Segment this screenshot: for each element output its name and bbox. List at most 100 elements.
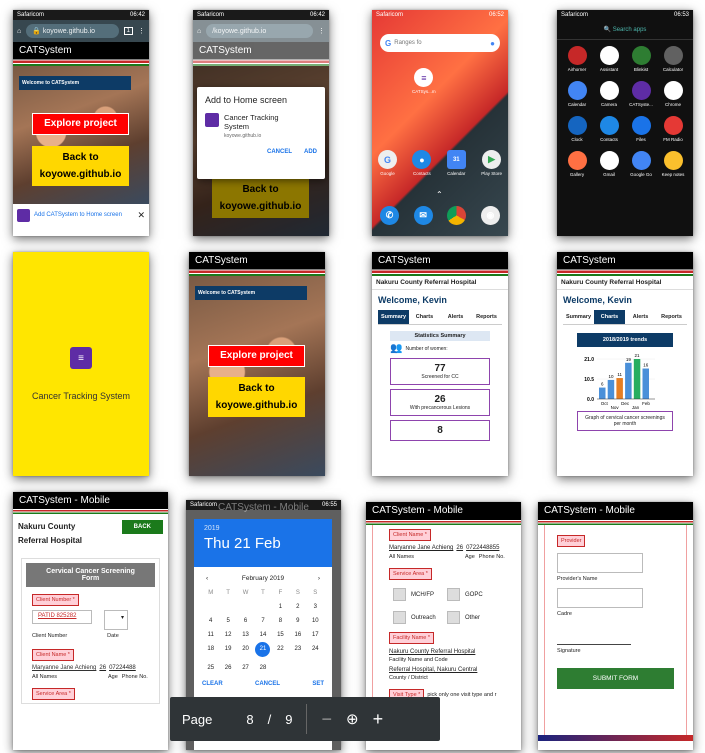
dock-app-calendar[interactable]: 31 Calendar bbox=[446, 150, 466, 176]
cadre-input[interactable] bbox=[557, 588, 643, 608]
drawer-app[interactable]: Camera bbox=[593, 81, 625, 107]
calendar-day[interactable]: 27 bbox=[237, 665, 254, 671]
back-button[interactable]: Back to koyowe.github.io bbox=[208, 377, 305, 417]
tab-alerts[interactable]: Alerts bbox=[625, 310, 656, 324]
calendar-day[interactable]: 13 bbox=[237, 632, 254, 638]
drawer-app[interactable]: Calendar bbox=[561, 81, 593, 107]
drawer-app[interactable]: Gmail bbox=[593, 151, 625, 177]
dock-app-contacts[interactable]: ● Contacts bbox=[412, 150, 432, 176]
url-field[interactable]: /koyowe.github.io bbox=[206, 24, 313, 38]
checkbox[interactable] bbox=[393, 611, 406, 624]
provider-name-input[interactable] bbox=[557, 553, 643, 573]
search-apps-field[interactable]: 🔍 Search apps bbox=[557, 20, 693, 40]
drawer-app[interactable]: Keep notes bbox=[657, 151, 689, 177]
mic-icon[interactable]: ● bbox=[490, 39, 495, 48]
option-other[interactable]: Other bbox=[447, 611, 501, 624]
client-name-input[interactable]: Maryanne Jane Achieng bbox=[389, 545, 453, 551]
submit-form-button[interactable]: SUBMIT FORM bbox=[557, 668, 674, 689]
cancel-button[interactable]: CANCEL bbox=[255, 681, 280, 687]
calendar-day[interactable]: 28 bbox=[254, 665, 271, 671]
zoom-icon[interactable]: ⊕ bbox=[346, 710, 359, 728]
calendar-day[interactable]: 14 bbox=[254, 632, 271, 638]
home-icon[interactable]: ⌂ bbox=[17, 28, 21, 35]
calendar-day[interactable]: 22 bbox=[272, 646, 289, 657]
tab-summary[interactable]: Summary bbox=[378, 310, 409, 324]
set-button[interactable]: SET bbox=[312, 681, 324, 687]
checkbox[interactable] bbox=[447, 611, 460, 624]
drawer-app[interactable]: Files bbox=[625, 116, 657, 142]
drawer-app[interactable]: Contacts bbox=[593, 116, 625, 142]
calendar-day[interactable]: 7 bbox=[254, 618, 271, 624]
age-input[interactable]: 26 bbox=[456, 545, 463, 551]
option-mch-fp[interactable]: MCH/FP bbox=[393, 588, 447, 601]
calendar-day[interactable]: 9 bbox=[289, 618, 306, 624]
client-name-input[interactable]: Maryanne Jane Achieng bbox=[32, 665, 96, 671]
checkbox[interactable] bbox=[447, 588, 460, 601]
install-banner-text[interactable]: Add CATSystem to Home screen bbox=[34, 212, 133, 218]
drawer-app[interactable]: Google Go bbox=[625, 151, 657, 177]
back-button[interactable]: BACK bbox=[121, 520, 163, 534]
menu-icon[interactable]: ⋮ bbox=[318, 27, 325, 35]
drawer-app[interactable]: Blinkist bbox=[625, 46, 657, 72]
drawer-app[interactable]: Assistant bbox=[593, 46, 625, 72]
drawer-app[interactable]: Airhorner bbox=[561, 46, 593, 72]
calendar-day[interactable]: 20 bbox=[237, 646, 254, 657]
calendar-day[interactable]: 2 bbox=[289, 604, 306, 610]
menu-icon[interactable]: ⋮ bbox=[138, 27, 145, 35]
zoom-out-icon[interactable]: − bbox=[321, 709, 332, 730]
signature-line[interactable] bbox=[557, 617, 631, 645]
google-search-bar[interactable]: G Ranges fo ● bbox=[380, 34, 500, 52]
tab-summary[interactable]: Summary bbox=[563, 310, 594, 324]
calendar-day[interactable]: 3 bbox=[307, 604, 324, 610]
tab-reports[interactable]: Reports bbox=[656, 310, 687, 324]
tab-count-icon[interactable]: 1 bbox=[123, 27, 133, 35]
calendar-day[interactable]: 11 bbox=[202, 632, 219, 638]
calendar-day[interactable]: 15 bbox=[272, 632, 289, 638]
calendar-day[interactable]: 21 bbox=[255, 642, 271, 657]
install-banner[interactable]: Add CATSystem to Home screen ✕ bbox=[13, 204, 149, 226]
calendar-day[interactable]: 4 bbox=[202, 618, 219, 624]
tab-alerts[interactable]: Alerts bbox=[440, 310, 471, 324]
dock-app-playstore[interactable]: ▶ Play Store bbox=[481, 150, 502, 176]
add-button[interactable]: ADD bbox=[304, 149, 317, 155]
tab-charts[interactable]: Charts bbox=[409, 310, 440, 324]
calendar-day[interactable]: 25 bbox=[202, 665, 219, 671]
calendar-day[interactable]: 23 bbox=[289, 646, 306, 657]
explore-button[interactable]: Explore project bbox=[208, 345, 305, 367]
app-name-field[interactable]: Cancer Tracking System bbox=[224, 113, 294, 131]
client-number-input[interactable]: PATID 825282 bbox=[32, 610, 92, 624]
calendar-day[interactable]: 16 bbox=[289, 632, 306, 638]
calendar-day[interactable]: 8 bbox=[272, 618, 289, 624]
calendar-day[interactable]: 1 bbox=[272, 604, 289, 610]
calendar-day[interactable]: 12 bbox=[219, 632, 236, 638]
tab-charts[interactable]: Charts bbox=[594, 310, 625, 324]
home-icon[interactable]: ⌂ bbox=[197, 28, 201, 35]
calendar-day[interactable]: 6 bbox=[237, 618, 254, 624]
phone-input[interactable]: 07224488 bbox=[109, 665, 136, 671]
back-button[interactable]: Back to koyowe.github.io bbox=[32, 146, 129, 186]
calendar-day[interactable]: 5 bbox=[219, 618, 236, 624]
messages-app[interactable]: ✉ bbox=[413, 206, 433, 225]
zoom-in-icon[interactable]: + bbox=[373, 709, 384, 730]
option-gopc[interactable]: GOPC bbox=[447, 588, 501, 601]
prev-month-icon[interactable]: ‹ bbox=[206, 575, 208, 582]
phone-app[interactable]: ✆ bbox=[380, 206, 399, 225]
drawer-app[interactable]: FM Radio bbox=[657, 116, 689, 142]
url-field[interactable]: 🔒 koyowe.github.io bbox=[26, 24, 119, 38]
calendar-day[interactable]: 19 bbox=[219, 646, 236, 657]
facility-input[interactable]: Nakuru County Referral Hospital bbox=[389, 649, 505, 655]
dock-app-google[interactable]: G Google bbox=[378, 150, 397, 176]
age-input[interactable]: 26 bbox=[99, 665, 106, 671]
checkbox[interactable] bbox=[393, 588, 406, 601]
calendar-day[interactable]: 18 bbox=[202, 646, 219, 657]
facility-code-input[interactable]: Referral Hospital, Nakuru Central bbox=[389, 667, 505, 673]
close-icon[interactable]: ✕ bbox=[137, 210, 145, 221]
app-drawer-caret-icon[interactable]: ⌃ bbox=[436, 190, 443, 199]
calendar-day[interactable]: 26 bbox=[219, 665, 236, 671]
explore-button[interactable]: Explore project bbox=[32, 113, 129, 135]
drawer-app[interactable]: CATSyste... bbox=[625, 81, 657, 107]
drawer-app[interactable]: Chrome bbox=[657, 81, 689, 107]
next-month-icon[interactable]: › bbox=[318, 575, 320, 582]
calendar-day[interactable]: 17 bbox=[307, 632, 324, 638]
tab-reports[interactable]: Reports bbox=[471, 310, 502, 324]
